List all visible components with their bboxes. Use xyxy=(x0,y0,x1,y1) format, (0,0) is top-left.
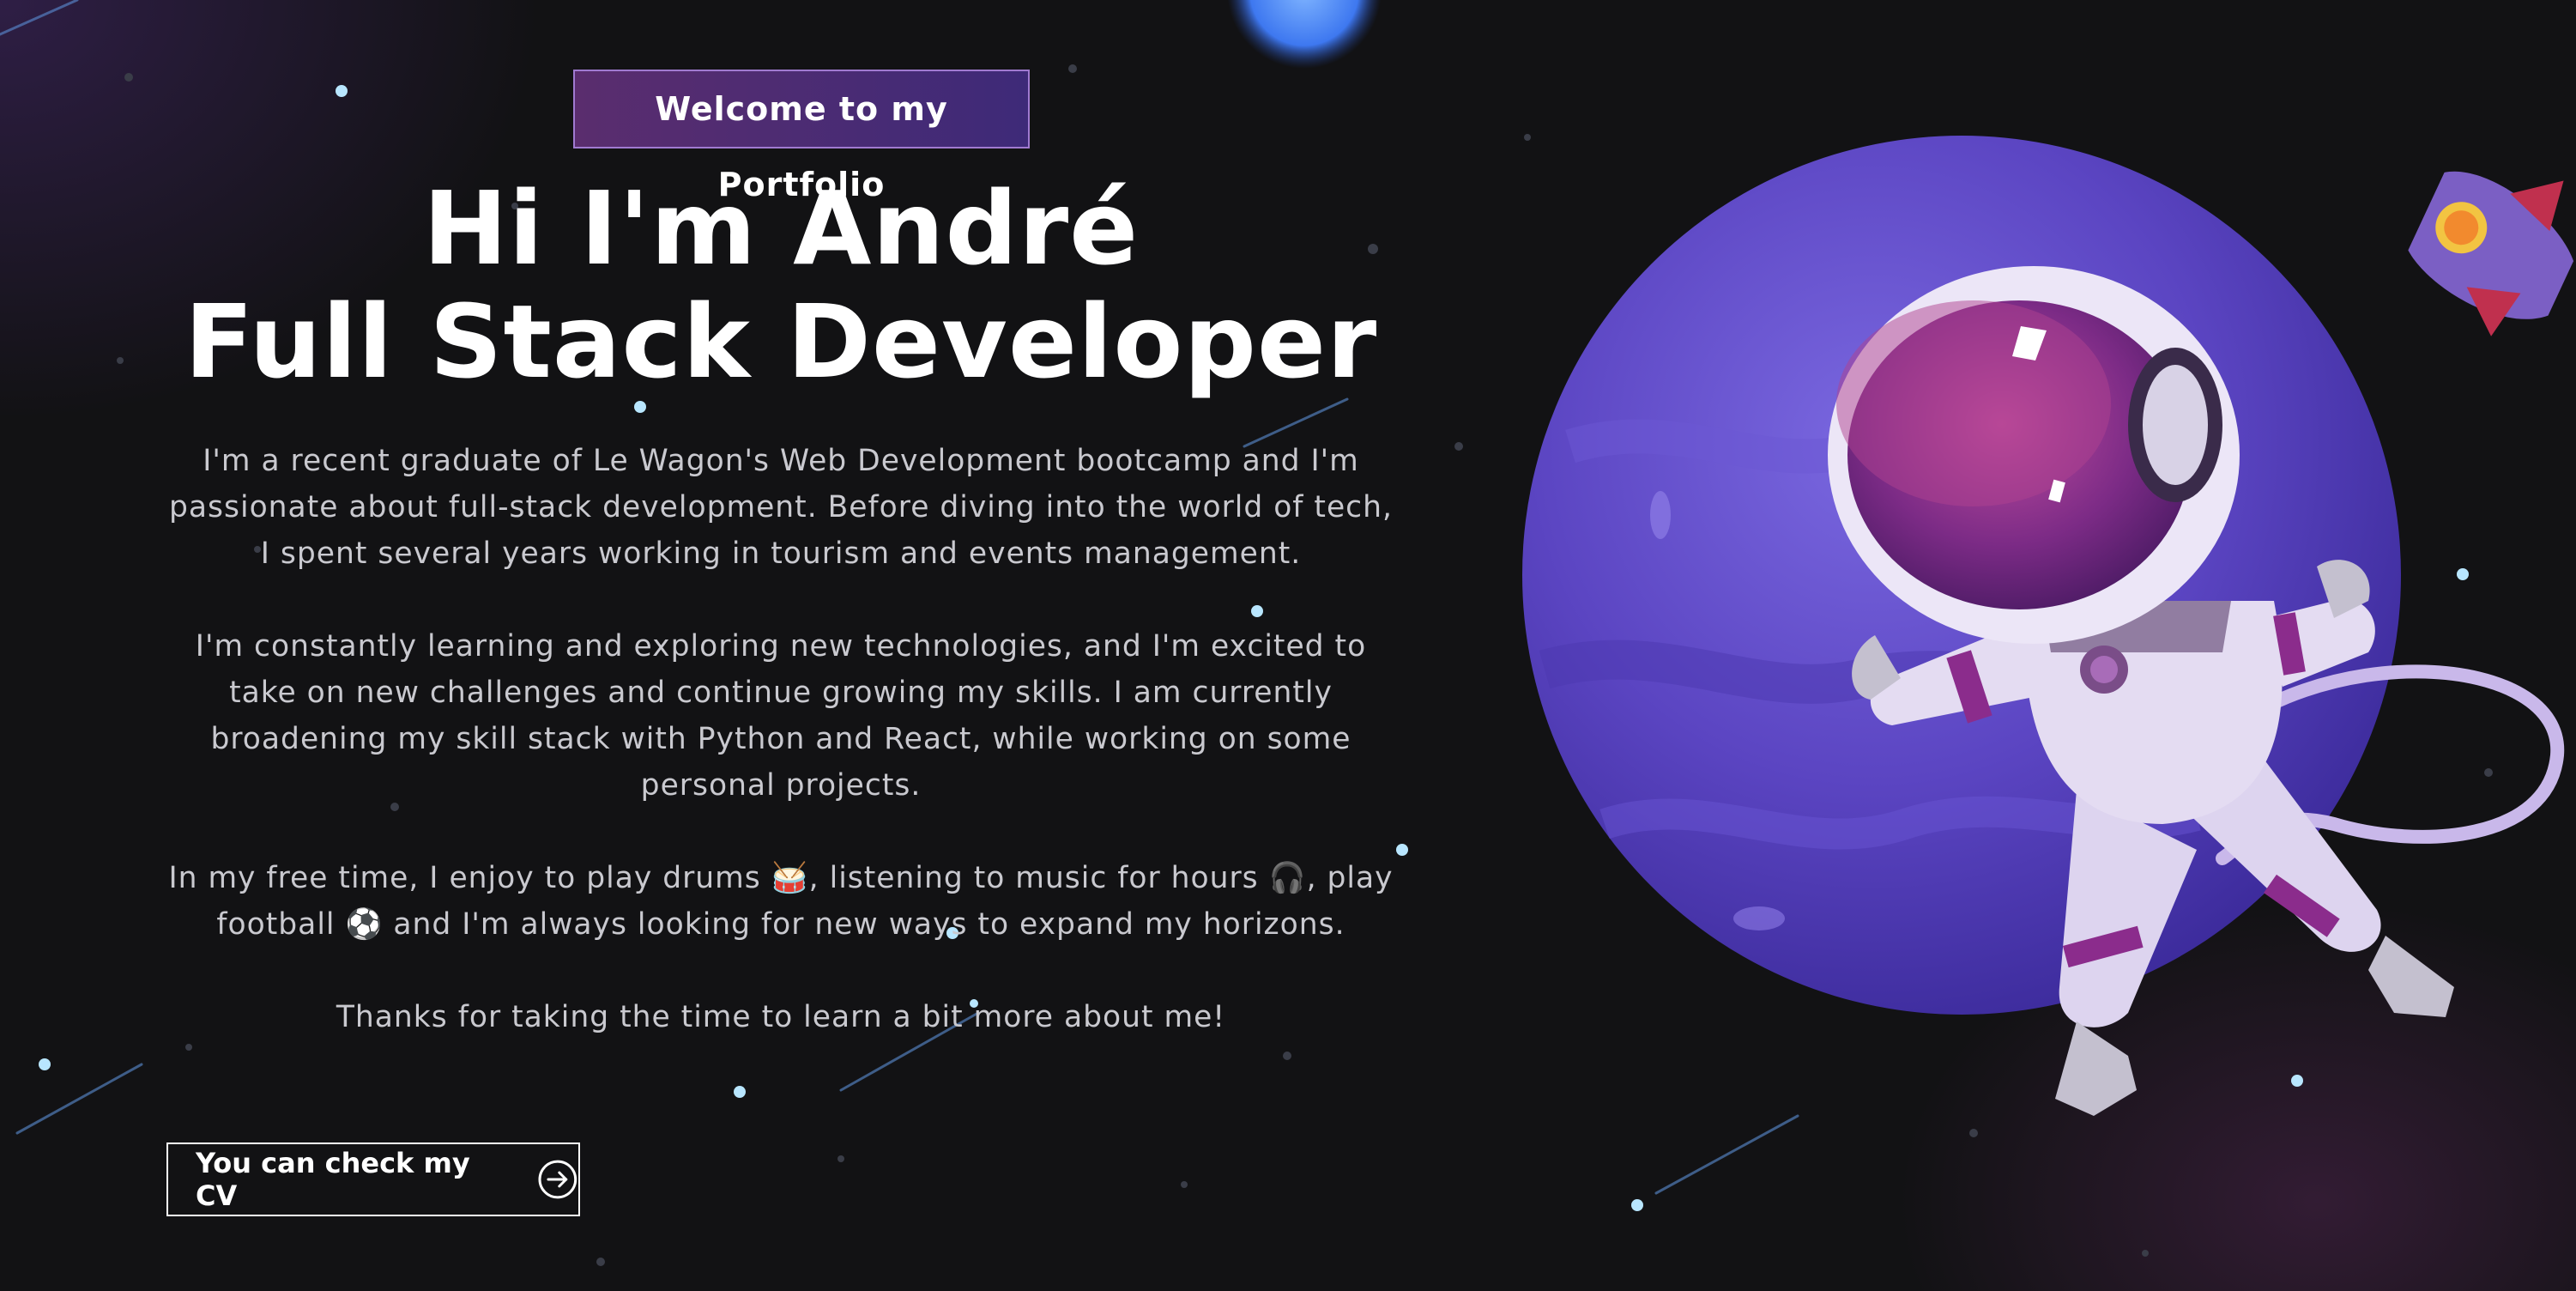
cv-button-label: You can check my CV xyxy=(196,1147,470,1212)
bio-line: In my free time, I enjoy to play drums 🥁… xyxy=(168,861,1394,895)
arrow-right-circle-icon xyxy=(538,1160,577,1199)
bio-line: passionate about full-stack development.… xyxy=(169,490,1393,524)
headline-greeting: Hi I'm André xyxy=(422,169,1140,288)
astronaut-planet-illustration xyxy=(1522,136,2574,1116)
bio-line: personal projects. xyxy=(640,768,922,803)
hero-section: Welcome to my Portfolio Hi I'm André Ful… xyxy=(163,0,1399,1291)
bio-paragraph-intro: I'm a recent graduate of Le Wagon's Web … xyxy=(163,438,1399,577)
rocket-icon xyxy=(2408,171,2574,336)
check-cv-button[interactable]: You can check my CV xyxy=(166,1143,580,1216)
bio-paragraph-thanks: Thanks for taking the time to learn a bi… xyxy=(163,994,1399,1040)
welcome-badge: Welcome to my Portfolio xyxy=(573,70,1030,203)
headline-role: Full Stack Developer xyxy=(184,282,1378,401)
bio-paragraph-hobbies: In my free time, I enjoy to play drums 🥁… xyxy=(163,855,1399,948)
bio-line: I'm constantly learning and exploring ne… xyxy=(195,629,1367,664)
bio-line: football ⚽ and I'm always looking for ne… xyxy=(216,907,1345,942)
bio-line: I spent several years working in tourism… xyxy=(260,536,1302,571)
bio-paragraph-learning: I'm constantly learning and exploring ne… xyxy=(163,623,1399,809)
bio-text: I'm a recent graduate of Le Wagon's Web … xyxy=(163,438,1399,1087)
bio-line: Thanks for taking the time to learn a bi… xyxy=(336,1000,1226,1034)
bio-line: I'm a recent graduate of Le Wagon's Web … xyxy=(203,444,1359,478)
bio-line: broadening my skill stack with Python an… xyxy=(210,722,1351,756)
page-headline: Hi I'm André Full Stack Developer xyxy=(163,172,1399,398)
bio-line: take on new challenges and continue grow… xyxy=(229,676,1333,710)
portfolio-page: Welcome to my Portfolio Hi I'm André Ful… xyxy=(0,0,2576,1291)
